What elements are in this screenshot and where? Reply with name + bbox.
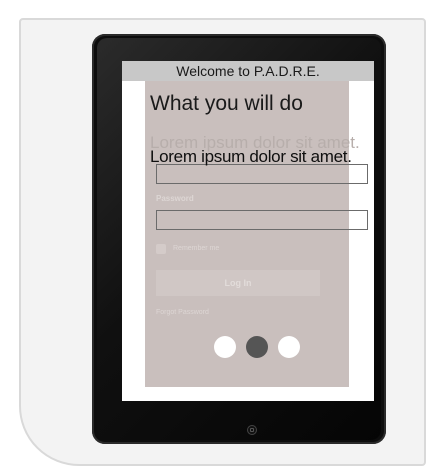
page-indicator-dot-3[interactable] — [278, 336, 300, 358]
password-label: Password — [156, 194, 194, 203]
password-field[interactable] — [156, 210, 368, 230]
username-field[interactable] — [156, 164, 368, 184]
remember-me-checkbox[interactable] — [156, 244, 166, 254]
onboarding-heading: What you will do — [150, 92, 303, 115]
page-indicator-dot-1[interactable] — [214, 336, 236, 358]
forgot-password-link[interactable]: Forgot Password — [156, 309, 209, 316]
page-indicator-dot-2-active[interactable] — [246, 336, 268, 358]
home-button-icon[interactable] — [247, 425, 257, 435]
home-button-glyph — [250, 428, 254, 432]
remember-me-label: Remember me — [173, 245, 220, 252]
app-title: Welcome to P.A.D.R.E. — [122, 61, 374, 81]
onboarding-body-text: Lorem ipsum dolor sit amet. — [150, 147, 352, 166]
login-button-label: Log In — [224, 278, 252, 288]
login-button[interactable]: Log In — [156, 270, 320, 296]
